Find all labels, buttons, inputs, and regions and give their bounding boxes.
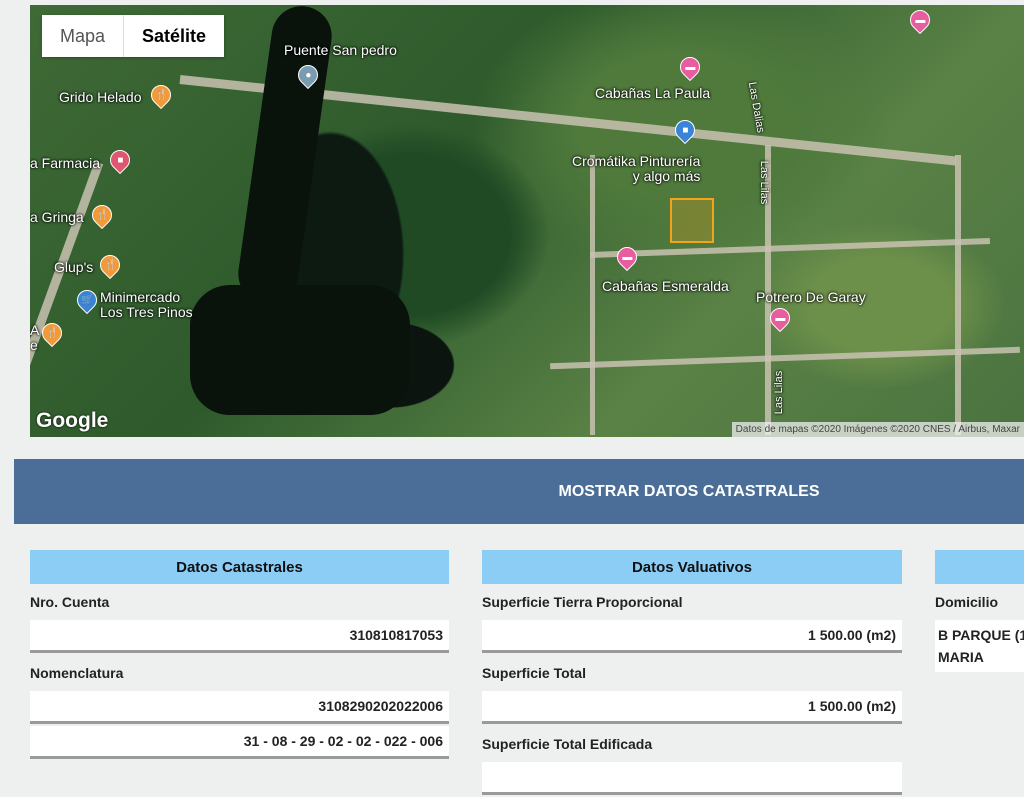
- datos-valuativos-card: Datos Valuativos Superficie Tierra Propo…: [482, 550, 902, 797]
- superficie-tierra-value: 1 500.00 (m2): [482, 620, 902, 653]
- place-label[interactable]: a Gringa: [30, 210, 84, 225]
- shopping-icon[interactable]: ■: [105, 145, 135, 175]
- place-label[interactable]: A e: [30, 323, 39, 353]
- street-label: Las Dalias: [745, 81, 767, 134]
- field-label: Superficie Total Edificada: [482, 736, 653, 752]
- street-label: Las Lilas: [773, 370, 786, 415]
- superficie-edificada-value: [482, 762, 902, 795]
- street-label: Las Lilas: [758, 160, 771, 205]
- food-icon[interactable]: 🍴: [87, 200, 117, 230]
- place-label[interactable]: a Farmacia: [30, 156, 100, 171]
- card-title: Datos Valuativos: [482, 550, 902, 584]
- superficie-total-value: 1 500.00 (m2): [482, 691, 902, 724]
- lodging-icon[interactable]: ▬: [905, 5, 935, 35]
- domicilio-card: Domicilio B PARQUE (1 MARIA: [935, 550, 1024, 672]
- nomenclatura-formatted-value: 31 - 08 - 29 - 02 - 02 - 022 - 006: [30, 726, 449, 759]
- field-label: Superficie Tierra Proporcional: [482, 594, 683, 610]
- field-label: Superficie Total: [482, 665, 586, 681]
- show-cadastral-data-button[interactable]: MOSTRAR DATOS CATASTRALES: [14, 459, 1024, 524]
- satellite-map[interactable]: Mapa Satélite ● Puente San pedro 🍴 Grido…: [30, 5, 1024, 437]
- google-logo: Google: [36, 409, 109, 432]
- field-label: Nro. Cuenta: [30, 594, 110, 610]
- nro-cuenta-value: 310810817053: [30, 620, 449, 653]
- place-label[interactable]: Minimercado Los Tres Pinos: [100, 290, 193, 320]
- card-title: Datos Catastrales: [30, 550, 449, 584]
- map-type-mapa-button[interactable]: Mapa: [42, 15, 123, 57]
- place-label[interactable]: Cromátika Pinturería y algo más: [572, 154, 700, 184]
- domicilio-value: B PARQUE (1 MARIA: [935, 620, 1024, 672]
- field-label: Domicilio: [935, 594, 999, 610]
- food-icon[interactable]: 🍴: [95, 250, 125, 280]
- shopping-icon[interactable]: ■: [670, 115, 700, 145]
- map-attribution[interactable]: Datos de mapas ©2020 Imágenes ©2020 CNES…: [731, 422, 1024, 437]
- place-label[interactable]: Cabañas Esmeralda: [602, 279, 729, 294]
- lodging-icon[interactable]: ▬: [675, 52, 705, 82]
- map-type-control: Mapa Satélite: [42, 15, 225, 57]
- cart-icon[interactable]: 🛒: [72, 285, 102, 315]
- place-label[interactable]: Grido Helado: [59, 90, 142, 105]
- lodging-icon[interactable]: ▬: [612, 242, 642, 272]
- field-label: Nomenclatura: [30, 665, 124, 681]
- nomenclatura-value: 3108290202022006: [30, 691, 449, 724]
- food-icon[interactable]: 🍴: [146, 80, 176, 110]
- place-label[interactable]: Potrero De Garay: [756, 290, 866, 305]
- place-label[interactable]: Cabañas La Paula: [595, 86, 710, 101]
- place-label[interactable]: Puente San pedro: [284, 43, 397, 58]
- map-type-satellite-button[interactable]: Satélite: [123, 15, 224, 57]
- datos-catastrales-card: Datos Catastrales Nro. Cuenta 3108108170…: [30, 550, 449, 761]
- card-title: [935, 550, 1024, 584]
- place-label[interactable]: Glup's: [54, 260, 93, 275]
- selected-parcel: [670, 198, 714, 243]
